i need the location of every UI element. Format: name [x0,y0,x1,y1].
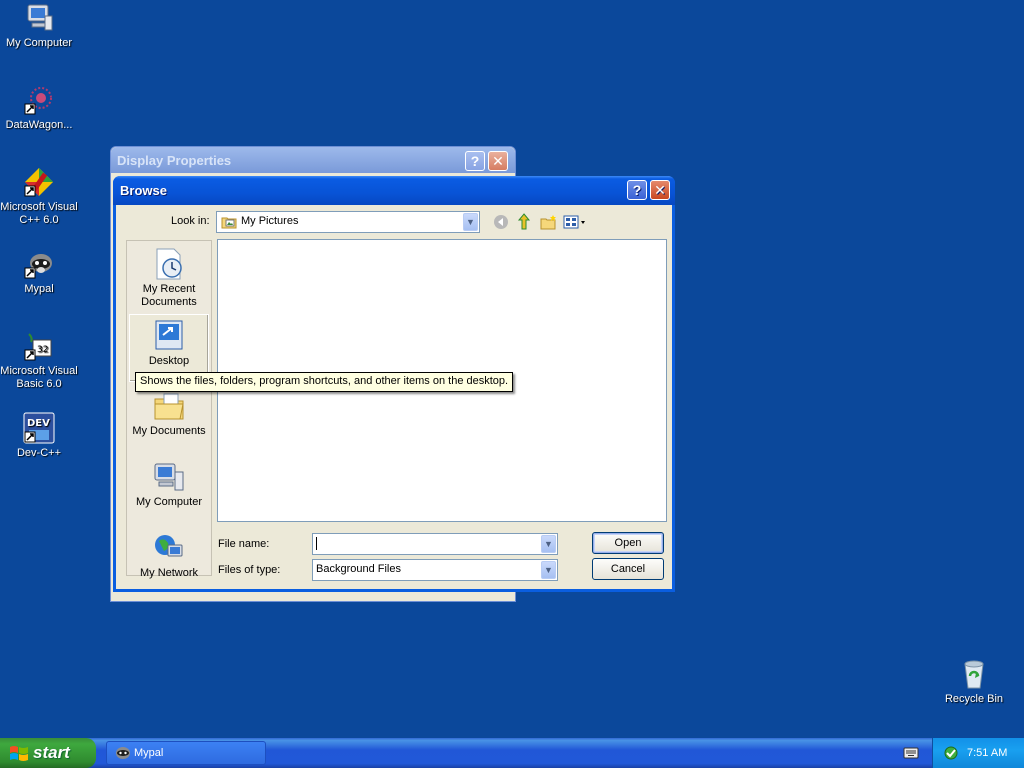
files-of-type-label: Files of type: [218,564,281,576]
place-label: My Documents [132,425,206,437]
desktop-icon-recycle-bin[interactable]: Recycle Bin [935,658,1013,706]
taskbar-item-mypal[interactable]: Mypal [106,741,266,765]
desktop-icon-visual-cpp[interactable]: Microsoft Visual C++ 6.0 [0,166,78,227]
desktop-icon-my-computer[interactable]: My Computer [0,2,78,50]
place-my-recent-documents[interactable]: My Recent Documents [129,243,209,311]
help-button[interactable]: ? [465,151,485,171]
windows-flag-icon [10,746,28,761]
places-bar: My Recent Documents Desktop My Documents [126,240,212,579]
back-icon[interactable] [493,214,509,230]
network-status-icon[interactable] [943,745,959,761]
desktop-icon-datawagon[interactable]: DataWagon... [0,84,78,132]
look-in-label: Look in: [171,215,210,227]
file-name-label: File name: [218,538,270,550]
up-folder-icon[interactable] [516,213,532,231]
taskbar: start Mypal 7:51 AM [0,738,1024,768]
network-globe-icon [155,535,183,557]
chevron-down-icon[interactable]: ▼ [541,535,556,553]
keyboard-icon[interactable] [903,746,919,760]
file-name-field[interactable]: ▼ [312,533,558,555]
desktop-icon [155,320,183,350]
desktop-icon-label: Microsoft Visual Basic 6.0 [0,365,78,390]
taskbar-item-label: Mypal [134,747,164,759]
cancel-button[interactable]: Cancel [592,558,664,580]
browse-titlebar[interactable]: Browse ? ✕ [113,176,675,205]
open-button[interactable]: Open [592,532,664,554]
help-button[interactable]: ? [627,180,647,200]
files-of-type-value: Background Files [316,563,401,575]
visual-cpp-icon [24,168,53,197]
computer-icon [27,4,53,31]
place-my-documents[interactable]: My Documents [129,385,209,453]
close-button[interactable]: ✕ [488,151,508,171]
desktop-icon-mypal[interactable]: Mypal [0,248,78,296]
desktop-icon-dev-cpp[interactable]: DEV Dev-C++ [0,412,78,460]
start-label: start [33,743,70,762]
desktop-icon-label: My Computer [5,37,73,49]
recent-documents-icon [156,248,182,280]
new-folder-icon[interactable] [540,214,558,230]
my-documents-icon [154,393,184,420]
place-label: My Network [139,567,199,579]
place-label: My Computer [135,496,203,508]
desktop-icon-label: DataWagon... [5,119,73,131]
chevron-down-icon[interactable]: ▼ [463,213,478,231]
pictures-folder-icon [221,217,237,229]
raccoon-icon [116,747,130,759]
svg-text:DEV: DEV [27,418,50,429]
help-icon: ? [632,182,642,198]
place-my-computer[interactable]: My Computer [129,456,209,524]
desktop-icon-label: Recycle Bin [944,693,1004,705]
desktop-tooltip: Shows the files, folders, program shortc… [135,372,514,392]
display-properties-titlebar[interactable]: Display Properties ? ✕ [111,147,515,173]
close-button[interactable]: ✕ [650,180,670,200]
desktop-icon-label: Dev-C++ [16,447,62,459]
datawagon-icon [24,87,52,115]
view-menu-icon[interactable] [563,214,587,230]
recycle-bin-icon [964,660,984,689]
look-in-value: My Pictures [241,215,299,227]
raccoon-icon [24,254,52,279]
svg-text:32: 32 [37,345,48,355]
place-label: Desktop [148,355,190,367]
system-tray: 7:51 AM [932,738,1024,768]
desktop-icon-label: Mypal [24,283,54,295]
window-title: Display Properties [117,153,232,168]
close-icon: ✕ [654,182,666,198]
start-button[interactable]: start [0,738,96,768]
visual-basic-icon: 32 [24,333,52,361]
computer-icon [154,463,184,491]
clock[interactable]: 7:51 AM [967,738,1007,768]
dev-cpp-icon: DEV [23,412,55,444]
files-of-type-dropdown[interactable]: Background Files ▼ [312,559,558,581]
dialog-title: Browse [120,183,167,198]
look-in-dropdown[interactable]: My Pictures ▼ [216,211,480,233]
text-cursor [316,536,317,550]
desktop: My Computer DataWagon... Microsoft Visua… [0,0,1024,738]
place-my-network[interactable]: My Network [129,527,209,595]
chevron-down-icon[interactable]: ▼ [541,561,556,579]
close-icon: ✕ [492,153,504,169]
desktop-icon-label: Microsoft Visual C++ 6.0 [0,201,78,226]
desktop-icon-visual-basic[interactable]: 32 Microsoft Visual Basic 6.0 [0,330,78,391]
place-label: My Recent Documents [141,283,197,308]
help-icon: ? [470,153,480,169]
